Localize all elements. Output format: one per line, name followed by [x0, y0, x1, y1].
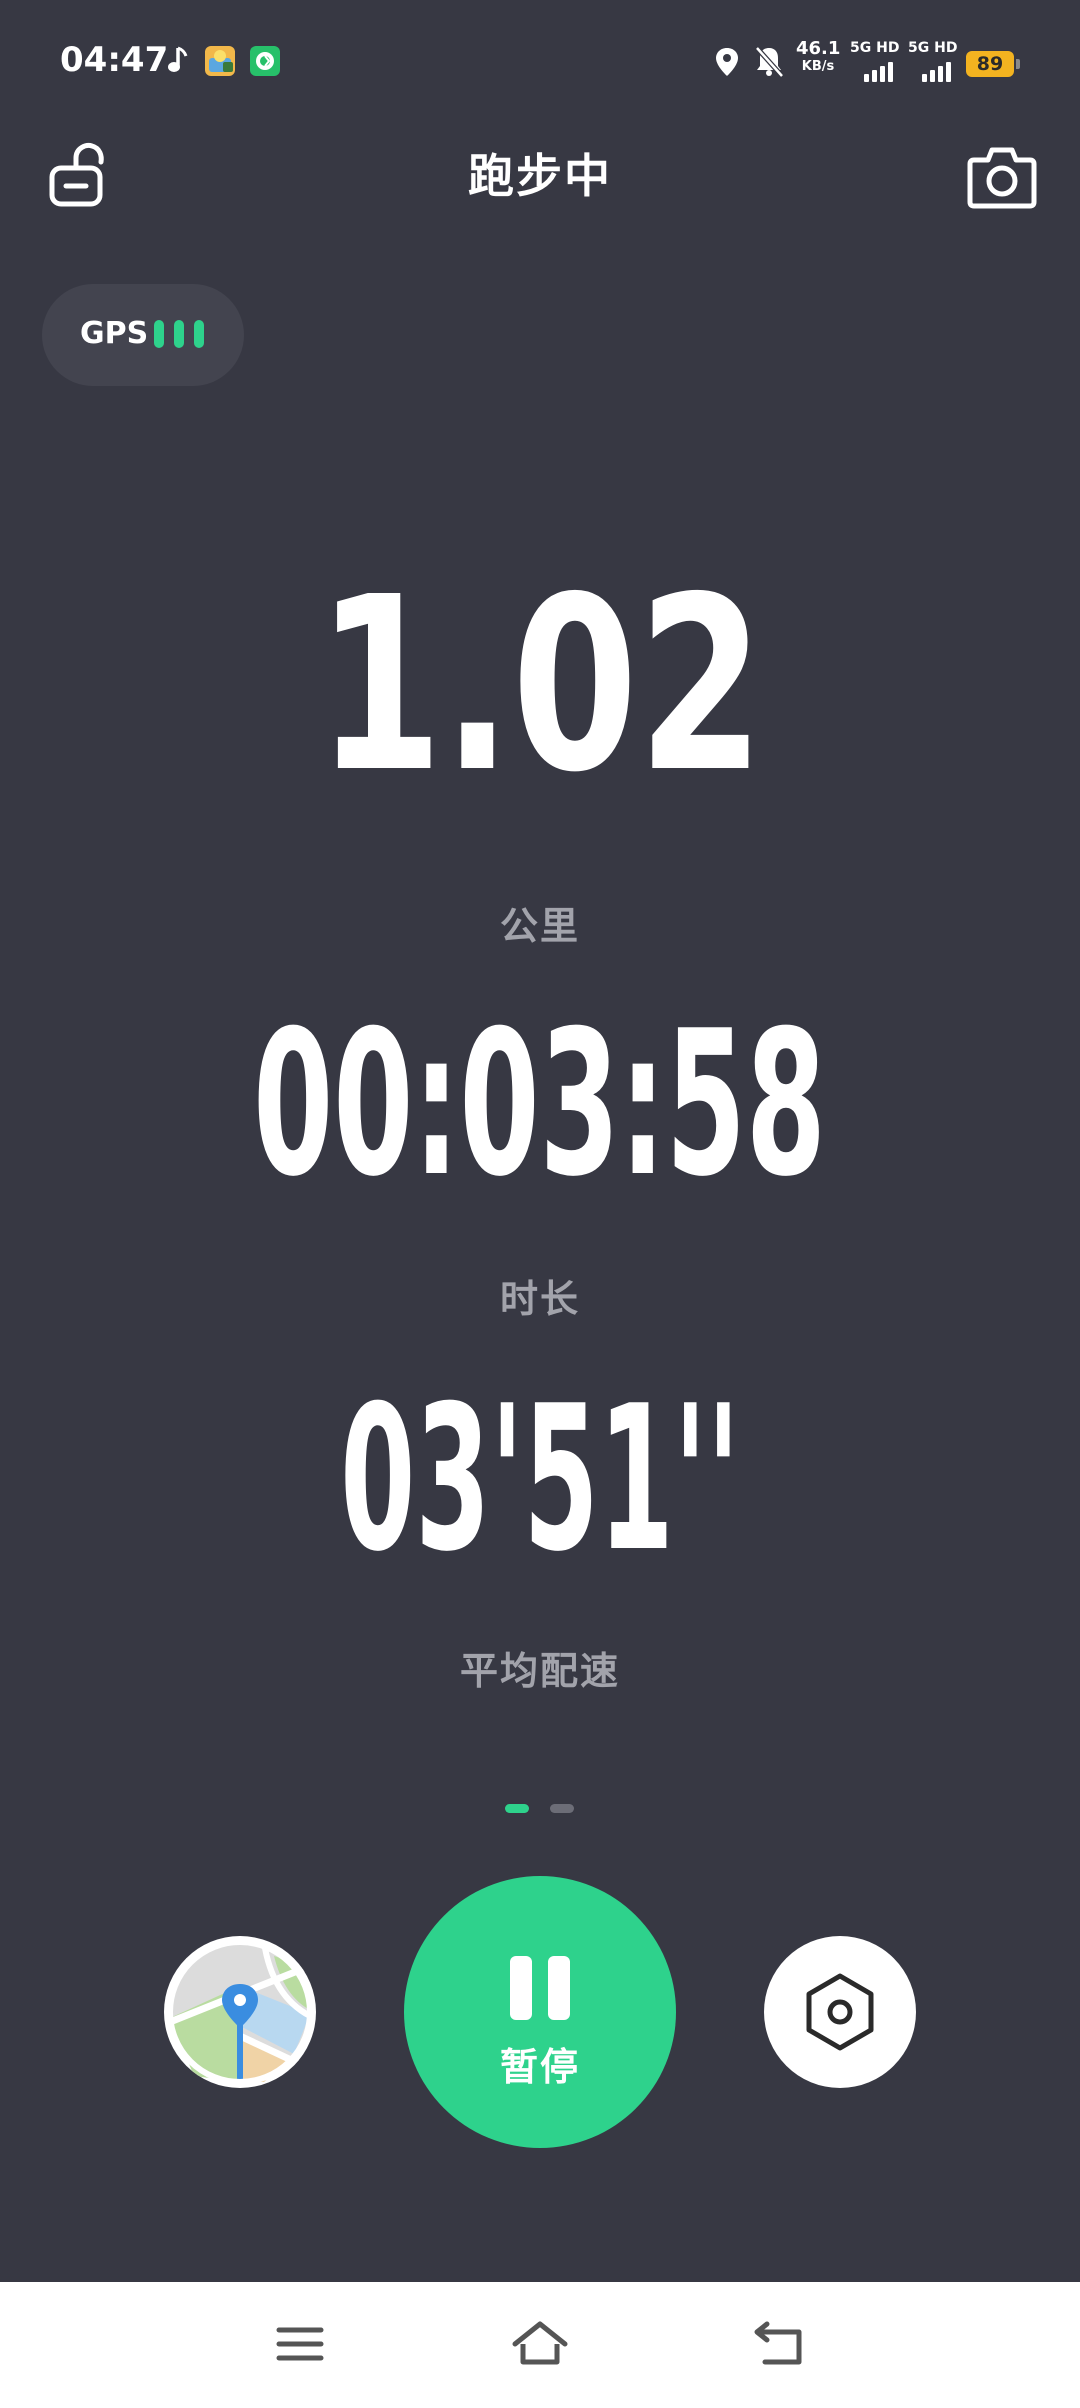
- pause-icon: [548, 1956, 570, 2020]
- duration-value: 00:03:58: [253, 988, 827, 1221]
- status-bar: 04:47 46.1 KB/s 5G HD 5G HD 89: [0, 0, 1080, 130]
- settings-button[interactable]: [764, 1936, 916, 2088]
- network-rate-value: 46.1: [796, 38, 841, 59]
- pace-label: 平均配速: [459, 1649, 620, 1693]
- page-indicator-dot[interactable]: [550, 1804, 574, 1813]
- pause-label: 暂停: [499, 2045, 580, 2089]
- map-button[interactable]: [164, 1936, 316, 2088]
- camera-icon: [967, 147, 1037, 209]
- music-note-icon: [168, 46, 188, 72]
- signal-icon: 5G HD: [850, 40, 906, 84]
- mute-bell-icon: [755, 46, 784, 78]
- gps-label: GPS: [80, 316, 149, 351]
- menu-icon: [276, 2327, 324, 2361]
- nav-back-button[interactable]: [745, 2312, 815, 2376]
- pause-icon: [510, 1956, 532, 2020]
- map-pin-icon: [167, 1939, 313, 2085]
- status-time: 04:47: [60, 40, 169, 80]
- network-rate-unit: KB/s: [801, 59, 835, 74]
- signal-label: 5G HD: [850, 40, 900, 56]
- unlock-icon: [49, 143, 104, 207]
- gps-status: GPS: [42, 284, 244, 386]
- battery-level: 89: [976, 53, 1004, 75]
- nav-menu-button[interactable]: [265, 2312, 335, 2376]
- page-title: 跑步中: [468, 149, 612, 203]
- distance-label: 公里: [499, 904, 580, 948]
- network-rate: 46.1 KB/s: [796, 40, 840, 84]
- unlock-button[interactable]: [44, 140, 116, 212]
- page-indicator-dot-active[interactable]: [505, 1804, 529, 1813]
- pace-value: 03'51'': [340, 1363, 740, 1596]
- camera-button[interactable]: [964, 140, 1040, 212]
- home-icon: [512, 2321, 568, 2365]
- battery-icon: 89: [966, 51, 1020, 77]
- nav-home-button[interactable]: [505, 2312, 575, 2376]
- back-icon: [754, 2321, 802, 2365]
- signal-icon: 5G HD: [908, 40, 964, 84]
- app-notification-icon: [205, 46, 235, 76]
- duration-label: 时长: [499, 1277, 580, 1321]
- pause-button[interactable]: 暂停: [404, 1876, 676, 2148]
- signal-label: 5G HD: [908, 40, 958, 56]
- hexagon-settings-icon: [806, 1973, 874, 2051]
- location-icon: [716, 48, 738, 76]
- navigation-bar: [0, 2282, 1080, 2408]
- distance-value: 1.02: [316, 545, 764, 825]
- app-notification-icon: [250, 46, 280, 76]
